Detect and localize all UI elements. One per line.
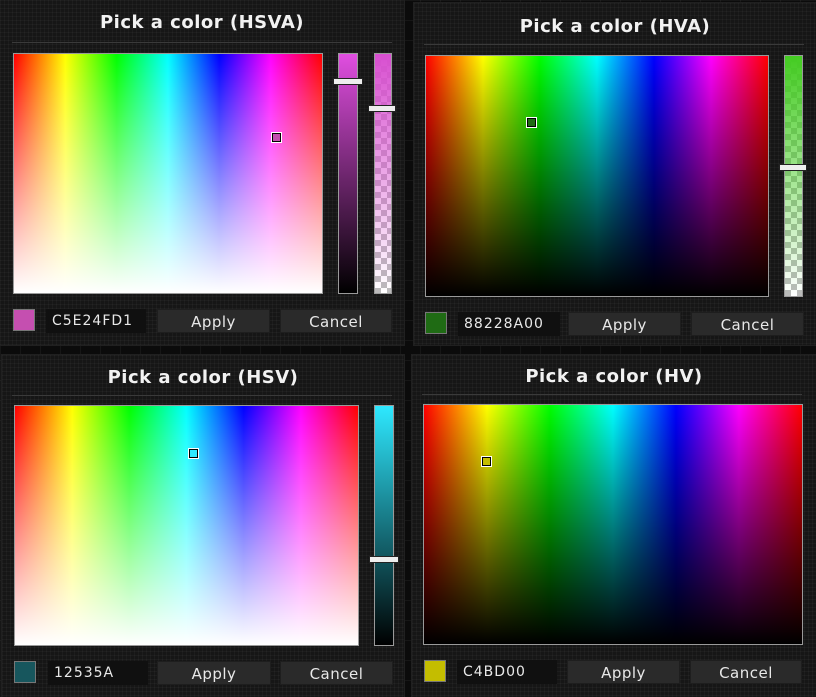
title-divider [12, 42, 392, 43]
apply-button[interactable]: Apply [157, 309, 270, 333]
alpha-slider[interactable] [374, 53, 392, 294]
color-picker-hv: Pick a color (HV) C4BD00 Apply Cancel [412, 355, 816, 697]
color-picker-hsva: Pick a color (HSVA) C5E24FD1 Apply Cance… [0, 0, 404, 345]
alpha-slider-handle[interactable] [368, 105, 396, 112]
value-slider[interactable] [338, 53, 358, 294]
cancel-button[interactable]: Cancel [280, 309, 392, 333]
picker-title: Pick a color (HVA) [519, 16, 711, 37]
hue-value-area[interactable] [423, 404, 803, 645]
title-divider [422, 394, 802, 395]
picker-title: Pick a color (HV) [525, 366, 703, 387]
hue-saturation-area[interactable] [13, 53, 323, 294]
color-swatch [14, 661, 36, 683]
value-slider[interactable] [374, 405, 394, 646]
cancel-button[interactable]: Cancel [691, 312, 804, 336]
value-slider-handle[interactable] [333, 78, 363, 85]
color-swatch [13, 309, 35, 331]
picker-title: Pick a color (HSVA) [99, 12, 305, 33]
value-slider-handle[interactable] [369, 556, 399, 563]
hue-value-area[interactable] [425, 55, 769, 297]
hex-value-field[interactable]: 88228A00 [458, 312, 560, 336]
cancel-button[interactable]: Cancel [280, 661, 393, 685]
picker-marker[interactable] [188, 448, 199, 459]
title-divider [12, 395, 392, 396]
apply-button[interactable]: Apply [567, 660, 680, 684]
alpha-slider[interactable] [784, 55, 803, 297]
apply-button[interactable]: Apply [157, 661, 271, 685]
hex-value-field[interactable]: 12535A [48, 661, 148, 685]
color-swatch [425, 312, 447, 334]
alpha-slider-handle[interactable] [779, 164, 807, 171]
title-divider [424, 44, 804, 45]
picker-marker[interactable] [481, 456, 492, 467]
picker-title: Pick a color (HSV) [107, 367, 299, 388]
hex-value-field[interactable]: C5E24FD1 [46, 309, 146, 333]
color-picker-hsv: Pick a color (HSV) 12535A Apply Cancel [2, 355, 404, 697]
color-swatch [424, 660, 446, 682]
hex-value-field[interactable]: C4BD00 [457, 660, 557, 684]
cancel-button[interactable]: Cancel [690, 660, 802, 684]
picker-marker[interactable] [526, 117, 537, 128]
hue-saturation-area[interactable] [14, 405, 359, 646]
picker-marker[interactable] [271, 132, 282, 143]
apply-button[interactable]: Apply [568, 312, 681, 336]
color-picker-hva: Pick a color (HVA) 88228A00 Apply Cancel [414, 3, 816, 345]
